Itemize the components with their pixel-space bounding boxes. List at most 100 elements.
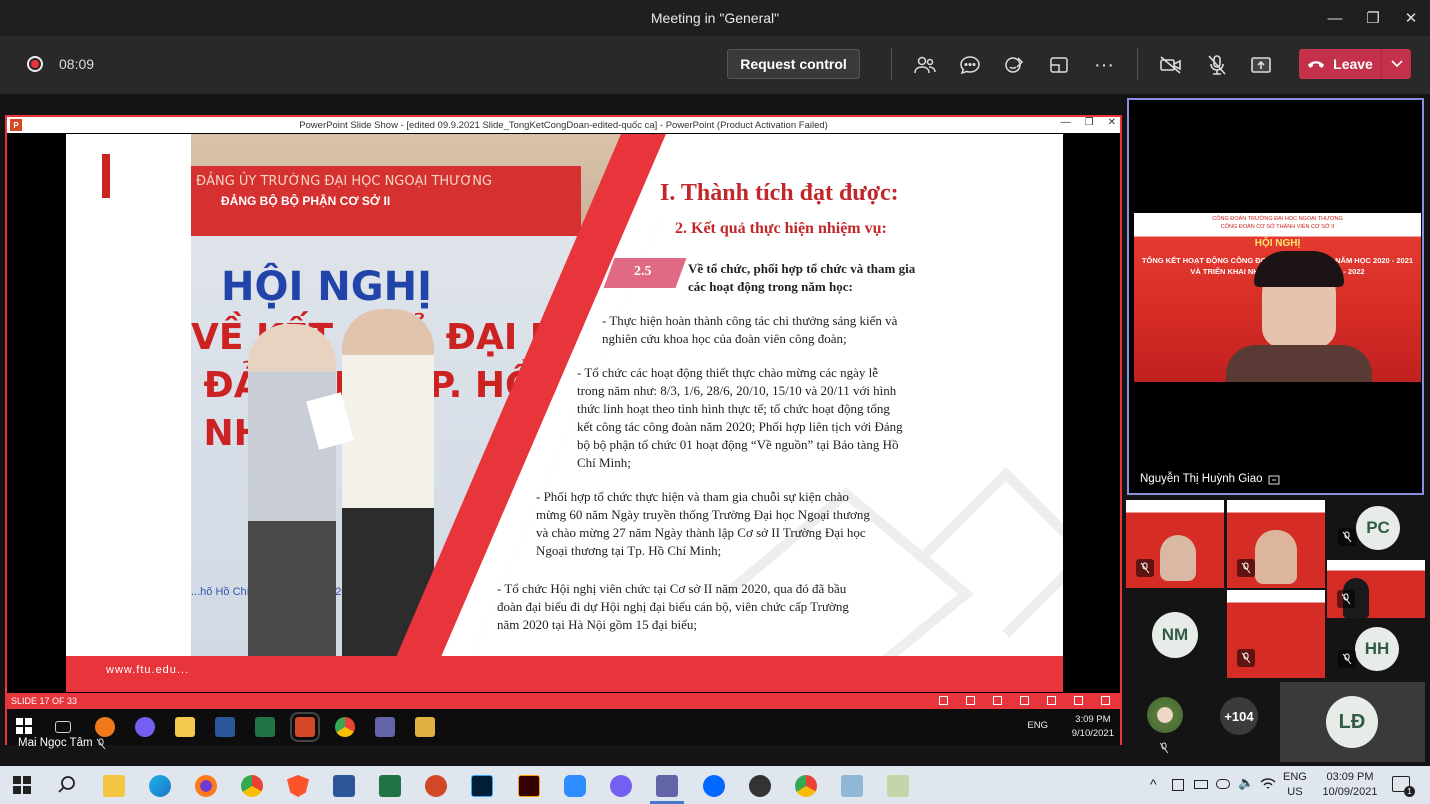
chat-icon[interactable] [957, 52, 983, 78]
participant-tile-3[interactable] [1327, 560, 1425, 618]
slide-url: www.ftu.edu... [106, 664, 190, 676]
participant-face [1160, 535, 1196, 581]
toolbar-divider [1137, 48, 1138, 80]
more-actions-icon[interactable]: ··· [1091, 52, 1117, 78]
chevron-down-icon [1390, 60, 1403, 68]
maximize-icon[interactable]: ❐ [1354, 0, 1392, 36]
viber-icon[interactable] [610, 775, 632, 797]
volume-icon[interactable]: 🔈 [1238, 775, 1254, 791]
close-icon[interactable]: ✕ [1392, 0, 1430, 36]
edge-icon[interactable] [149, 775, 171, 797]
tray-chevron-icon[interactable]: ^ [1150, 776, 1157, 792]
spotlight-name: Nguyễn Thị Huỳnh Giao [1140, 473, 1263, 485]
spotlight-video[interactable]: CÔNG ĐOÀN TRƯỜNG ĐẠI HỌC NGOẠI THƯƠNG CÔ… [1127, 98, 1424, 495]
remote-chrome-icon[interactable] [335, 717, 355, 737]
notes-icon[interactable] [966, 696, 975, 705]
slide-bottom-band [66, 656, 1063, 692]
leave-main[interactable]: Leave [1299, 56, 1381, 72]
reactions-icon[interactable] [1002, 52, 1028, 78]
slideshow-controls [939, 696, 1110, 705]
brave-icon[interactable] [287, 775, 309, 797]
tray-icon-1[interactable] [1172, 779, 1184, 791]
slide-paragraph-1: - Thực hiện hoàn thành công tác chi thưở… [602, 313, 898, 346]
powerpoint-icon: P [10, 119, 22, 131]
photoshop-icon[interactable] [471, 775, 493, 797]
zoom-icon[interactable] [564, 775, 586, 797]
teams-icon[interactable] [656, 775, 678, 797]
participant-tile-4[interactable] [1227, 590, 1325, 678]
title-bar: Meeting in "General" — ❐ ✕ [0, 0, 1430, 36]
participant-tile-1[interactable] [1126, 500, 1224, 588]
slide-paragraph-4: - Tổ chức Hội nghị viên chức tại Cơ sở I… [497, 581, 849, 632]
leave-button[interactable]: Leave [1299, 49, 1411, 79]
participant-face [1255, 530, 1297, 584]
camera-off-icon[interactable] [1158, 52, 1184, 78]
remote-explorer-icon[interactable] [175, 717, 195, 737]
avatar-nm[interactable]: NM [1152, 612, 1198, 658]
chrome-profile-icon[interactable] [795, 775, 817, 797]
prev-slide-icon[interactable] [939, 696, 948, 705]
zalo-icon[interactable] [703, 775, 725, 797]
remote-viber-icon[interactable] [135, 717, 155, 737]
participant-tile-ld[interactable]: LĐ [1280, 682, 1425, 762]
search-icon[interactable] [57, 775, 79, 797]
request-control-button[interactable]: Request control [727, 49, 860, 79]
speaker-hair [1254, 251, 1344, 287]
participant-tile-2[interactable] [1227, 500, 1325, 588]
cloud-icon[interactable] [1216, 779, 1230, 789]
avatar-hh[interactable]: HH [1355, 627, 1399, 671]
remote-firefox-icon[interactable] [95, 717, 115, 737]
remote-teams-icon[interactable] [375, 717, 395, 737]
powerpoint-title: PowerPoint Slide Show - [edited 09.9.202… [299, 119, 828, 131]
mic-muted-icon [1237, 559, 1255, 577]
mic-off-icon[interactable] [1204, 52, 1230, 78]
presenter-name: Mai Ngọc Tâm [18, 737, 93, 749]
participant-photo-avatar[interactable] [1147, 697, 1183, 733]
rooms-icon[interactable] [1046, 52, 1072, 78]
excel-icon[interactable] [379, 775, 401, 797]
remote-language: ENG [1027, 720, 1048, 731]
remote-powerpoint-icon[interactable] [290, 712, 320, 742]
tray-language[interactable]: ENG US [1283, 770, 1307, 800]
chrome-icon[interactable] [241, 775, 263, 797]
obs-icon[interactable] [749, 775, 771, 797]
window-controls: — ❐ ✕ [1316, 0, 1430, 36]
remote-excel-icon[interactable] [255, 717, 275, 737]
minimize-icon[interactable]: — [1316, 0, 1354, 36]
mic-muted-icon [1237, 649, 1255, 667]
illustrator-icon[interactable] [518, 775, 540, 797]
next-slide-icon[interactable] [993, 696, 1002, 705]
reading-view-icon[interactable] [1074, 696, 1083, 705]
recording-icon [27, 56, 43, 72]
slide-status-bar: SLIDE 17 OF 33 [7, 693, 1120, 709]
tray-clock[interactable]: 03:09 PM 10/09/2021 [1318, 770, 1382, 800]
participants-icon[interactable] [912, 52, 938, 78]
mic-muted-icon [1136, 559, 1154, 577]
slide-left-margin [66, 134, 191, 656]
shared-screen: P PowerPoint Slide Show - [edited 09.9.2… [5, 115, 1122, 745]
remote-clock: 3:09 PM 9/10/2021 [1072, 713, 1114, 741]
wifi-icon[interactable] [1260, 777, 1276, 791]
paint-icon[interactable] [887, 775, 909, 797]
powerpoint-window-controls: — ❐ ✕ [1060, 117, 1116, 128]
file-explorer-icon[interactable] [103, 775, 125, 797]
avatar-pc[interactable]: PC [1356, 506, 1400, 550]
slide-sorter-icon[interactable] [1047, 696, 1056, 705]
powerpoint-icon[interactable] [425, 775, 447, 797]
more-participants-button[interactable]: +104 [1220, 697, 1258, 735]
slide-title: I. Thành tích đạt được: [660, 180, 899, 206]
leave-dropdown[interactable] [1381, 49, 1411, 79]
remote-windows-icon[interactable] [15, 717, 35, 737]
remote-media-icon[interactable] [415, 717, 435, 737]
remote-task-view-icon[interactable] [55, 721, 71, 733]
word-icon[interactable] [333, 775, 355, 797]
firefox-icon[interactable] [195, 775, 217, 797]
app-icon[interactable] [841, 775, 863, 797]
share-screen-icon[interactable] [1248, 52, 1274, 78]
remote-word-icon[interactable] [215, 717, 235, 737]
start-icon[interactable] [12, 775, 34, 797]
slideshow-icon[interactable] [1101, 696, 1110, 705]
normal-view-icon[interactable] [1020, 696, 1029, 705]
battery-icon[interactable] [1194, 780, 1208, 789]
mic-muted-icon [1159, 742, 1169, 754]
